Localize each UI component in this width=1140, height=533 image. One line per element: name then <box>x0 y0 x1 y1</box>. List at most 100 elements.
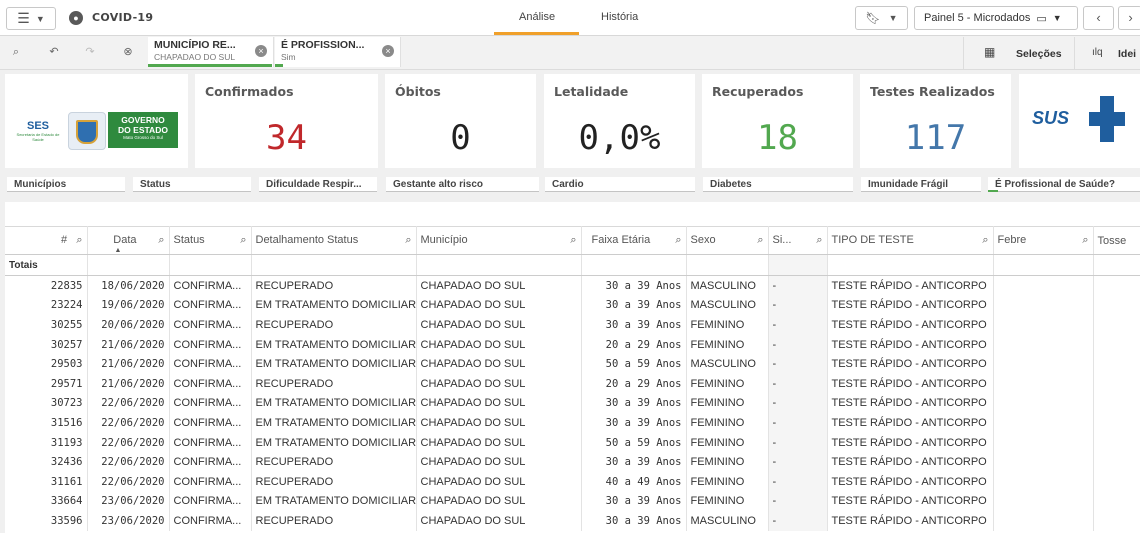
table-cell[interactable]: 22/06/2020 <box>87 393 170 414</box>
table-cell[interactable]: TESTE RÁPIDO - ANTICORPO <box>827 452 994 472</box>
table-cell[interactable]: CHAPADAO DO SUL <box>416 491 582 512</box>
clear-selections-icon[interactable]: ⊗ <box>121 45 135 59</box>
search-icon[interactable]: ⌕ <box>816 234 822 247</box>
table-row[interactable]: 30255 20/06/2020 CONFIRMA... RECUPERADO CHAP… <box>5 315 1140 335</box>
table-cell[interactable]: RECUPERADO <box>251 315 417 335</box>
table-cell[interactable] <box>993 354 1094 374</box>
table-cell[interactable]: 33664 <box>5 491 88 512</box>
table-cell[interactable]: - <box>768 275 828 296</box>
table-cell[interactable]: - <box>768 471 828 492</box>
search-icon[interactable]: ⌕ <box>675 234 681 247</box>
col-header-tosse[interactable]: Tosse <box>1093 226 1140 255</box>
search-icon[interactable]: ⌕ <box>757 234 763 247</box>
table-cell[interactable] <box>1093 433 1140 453</box>
selection-chip-municipio[interactable]: MUNICÍPIO RE... CHAPADAO DO SUL × <box>148 37 274 67</box>
table-cell[interactable] <box>993 413 1094 433</box>
table-cell[interactable] <box>1093 374 1140 394</box>
table-row[interactable]: 30257 21/06/2020 CONFIRMA... EM TRATAMENTO … <box>5 334 1140 355</box>
table-cell[interactable]: CHAPADAO DO SUL <box>416 315 582 335</box>
table-cell[interactable]: TESTE RÁPIDO - ANTICORPO <box>827 373 994 394</box>
table-cell[interactable]: CHAPADAO DO SUL <box>416 452 582 472</box>
table-cell[interactable]: CONFIRMA... <box>169 511 252 531</box>
table-cell[interactable]: TESTE RÁPIDO - ANTICORPO <box>827 315 994 335</box>
col-header-si[interactable]: Si... ⌕ <box>768 226 828 255</box>
table-cell[interactable]: CONFIRMA... <box>169 413 252 433</box>
table-cell[interactable]: 19/06/2020 <box>87 295 170 316</box>
filter-municipios[interactable]: Municípios <box>7 177 125 192</box>
close-icon[interactable]: × <box>382 45 394 57</box>
table-cell[interactable]: 20 a 29 Anos <box>581 334 687 355</box>
table-cell[interactable]: 50 a 59 Anos <box>581 354 687 374</box>
table-cell[interactable]: TESTE RÁPIDO - ANTICORPO <box>827 471 994 492</box>
table-cell[interactable]: 31193 <box>5 432 88 453</box>
table-cell[interactable]: 30 a 39 Anos <box>581 491 687 512</box>
table-cell[interactable]: EM TRATAMENTO DOMICILIAR <box>251 334 417 355</box>
table-cell[interactable]: 32436 <box>5 452 88 472</box>
table-cell[interactable]: MASCULINO <box>686 295 769 316</box>
table-cell[interactable]: CONFIRMA... <box>169 471 252 492</box>
table-cell[interactable]: 22835 <box>5 275 88 296</box>
table-cell[interactable] <box>993 432 1094 453</box>
col-header-tipo-teste[interactable]: TIPO DE TESTE ⌕ <box>827 226 994 255</box>
table-cell[interactable]: 30 a 39 Anos <box>581 393 687 414</box>
table-cell[interactable] <box>993 491 1094 512</box>
search-icon[interactable]: ⌕ <box>405 234 411 247</box>
kpi-obitos[interactable]: Óbitos 0 <box>385 74 536 168</box>
previous-sheet-button[interactable]: ‹ <box>1083 6 1114 30</box>
table-cell[interactable]: CONFIRMA... <box>169 452 252 472</box>
table-cell[interactable]: RECUPERADO <box>251 275 417 296</box>
table-row[interactable]: 31193 22/06/2020 CONFIRMA... EM TRATAMENTO … <box>5 432 1140 453</box>
table-cell[interactable]: 29503 <box>5 354 88 374</box>
table-cell[interactable]: TESTE RÁPIDO - ANTICORPO <box>827 334 994 355</box>
table-cell[interactable] <box>993 275 1094 296</box>
table-cell[interactable]: TESTE RÁPIDO - ANTICORPO <box>827 275 994 296</box>
close-icon[interactable]: × <box>255 45 267 57</box>
table-row[interactable]: 23224 19/06/2020 CONFIRMA... EM TRATAMENTO … <box>5 295 1140 316</box>
search-icon[interactable]: ⌕ <box>158 234 164 247</box>
table-cell[interactable]: 22/06/2020 <box>87 432 170 453</box>
table-cell[interactable]: FEMININO <box>686 491 769 512</box>
col-header-municipio[interactable]: Município ⌕ <box>416 226 582 255</box>
table-row[interactable]: 31516 22/06/2020 CONFIRMA... EM TRATAMENTO … <box>5 413 1140 433</box>
table-cell[interactable]: 21/06/2020 <box>87 373 170 394</box>
table-cell[interactable]: 22/06/2020 <box>87 452 170 472</box>
table-cell[interactable]: 23/06/2020 <box>87 511 170 531</box>
table-cell[interactable] <box>993 334 1094 355</box>
table-cell[interactable]: CONFIRMA... <box>169 393 252 414</box>
col-header-data[interactable]: Data ⌕ ▲ <box>87 226 170 255</box>
table-cell[interactable]: 30 a 39 Anos <box>581 295 687 316</box>
step-back-icon[interactable]: ↶ <box>47 45 61 59</box>
table-cell[interactable]: MASCULINO <box>686 511 769 531</box>
table-cell[interactable]: 18/06/2020 <box>87 275 170 296</box>
bookmark-button[interactable]: 🔖︎ ▼ <box>855 6 908 30</box>
table-cell[interactable]: EM TRATAMENTO DOMICILIAR <box>251 491 417 512</box>
table-cell[interactable] <box>1093 492 1140 512</box>
main-menu-button[interactable]: ☰ ▼ <box>6 7 56 30</box>
table-row[interactable]: 30723 22/06/2020 CONFIRMA... EM TRATAMENTO … <box>5 393 1140 414</box>
table-cell[interactable]: CONFIRMA... <box>169 315 252 335</box>
table-cell[interactable]: 31516 <box>5 413 88 433</box>
table-cell[interactable]: 20/06/2020 <box>87 315 170 335</box>
table-cell[interactable] <box>1093 335 1140 355</box>
table-cell[interactable]: 33596 <box>5 511 88 531</box>
table-cell[interactable]: 23/06/2020 <box>87 491 170 512</box>
table-row[interactable]: 33596 23/06/2020 CONFIRMA... RECUPERADO CHAP… <box>5 511 1140 531</box>
table-cell[interactable]: CHAPADAO DO SUL <box>416 432 582 453</box>
col-header-febre[interactable]: Febre ⌕ <box>993 226 1094 255</box>
table-cell[interactable]: TESTE RÁPIDO - ANTICORPO <box>827 393 994 414</box>
table-cell[interactable]: 30 a 39 Anos <box>581 413 687 433</box>
table-cell[interactable]: 29571 <box>5 373 88 394</box>
selections-icon[interactable]: ▦ <box>984 45 995 59</box>
table-cell[interactable]: - <box>768 393 828 414</box>
table-row[interactable]: 22835 18/06/2020 CONFIRMA... RECUPERADO CHAP… <box>5 275 1140 296</box>
table-cell[interactable] <box>1093 296 1140 316</box>
table-cell[interactable] <box>993 393 1094 414</box>
table-cell[interactable] <box>1093 315 1140 335</box>
table-cell[interactable] <box>1093 472 1140 492</box>
table-cell[interactable]: CHAPADAO DO SUL <box>416 393 582 414</box>
table-cell[interactable]: CHAPADAO DO SUL <box>416 373 582 394</box>
table-cell[interactable]: FEMININO <box>686 334 769 355</box>
selections-button[interactable]: Seleções <box>1016 48 1062 60</box>
table-cell[interactable]: TESTE RÁPIDO - ANTICORPO <box>827 432 994 453</box>
table-cell[interactable]: CONFIRMA... <box>169 432 252 453</box>
